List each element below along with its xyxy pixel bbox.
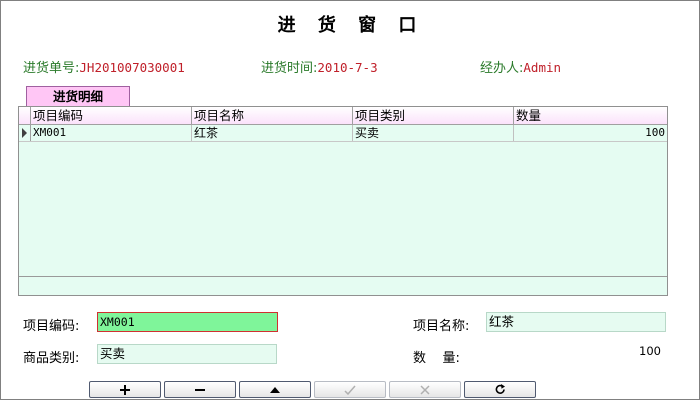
purchase-time-value: 2010-7-3 <box>317 60 378 75</box>
order-number-value: JH201007030001 <box>79 60 185 75</box>
category-input[interactable]: 买卖 <box>97 344 277 364</box>
quantity-value[interactable]: 100 <box>601 344 661 358</box>
plus-icon <box>120 384 130 395</box>
grid-header: 项目编码 项目名称 项目类别 数量 <box>19 107 667 125</box>
column-header-code[interactable]: 项目编码 <box>31 107 192 124</box>
minus-icon <box>195 388 205 391</box>
grid-footer-divider <box>19 276 667 277</box>
cell-name[interactable]: 红茶 <box>192 125 353 141</box>
name-label: 项目名称: <box>413 319 470 334</box>
purchase-time: 进货时间:2010-7-3 <box>261 57 378 76</box>
operator: 经办人:Admin <box>480 57 561 76</box>
triangle-up-icon <box>270 386 280 393</box>
name-input[interactable]: 红茶 <box>486 312 666 332</box>
tab-purchase-details[interactable]: 进货明细 <box>26 86 130 106</box>
quantity-label: 数 量: <box>413 351 460 366</box>
row-indicator <box>19 125 31 141</box>
order-number-label: 进货单号: <box>23 61 80 76</box>
category-label: 商品类别: <box>23 351 80 366</box>
order-number: 进货单号:JH201007030001 <box>23 57 185 76</box>
window-title: 进 货 窗 口 <box>277 15 425 36</box>
add-button[interactable] <box>89 381 161 398</box>
x-icon <box>420 384 430 395</box>
checkmark-icon <box>344 385 356 395</box>
purchase-time-label: 进货时间: <box>261 61 318 76</box>
current-row-arrow-icon <box>22 128 27 138</box>
column-header-quantity[interactable]: 数量 <box>514 107 667 124</box>
cell-code[interactable]: XM001 <box>31 125 192 141</box>
column-header-name[interactable]: 项目名称 <box>192 107 353 124</box>
code-label: 项目编码: <box>23 319 80 334</box>
code-input[interactable]: XM001 <box>97 312 278 332</box>
cell-quantity[interactable]: 100 <box>514 125 667 141</box>
purchase-details-grid[interactable]: 项目编码 项目名称 项目类别 数量 XM001 红茶 买卖 100 <box>18 106 668 296</box>
operator-value: Admin <box>523 60 562 75</box>
refresh-button[interactable] <box>464 381 536 398</box>
confirm-button[interactable] <box>314 381 386 398</box>
column-header-category[interactable]: 项目类别 <box>353 107 514 124</box>
operator-label: 经办人: <box>480 61 524 76</box>
edit-button[interactable] <box>239 381 311 398</box>
cancel-button[interactable] <box>389 381 461 398</box>
refresh-icon <box>495 384 505 394</box>
header-indicator-cell <box>19 107 31 124</box>
cell-category[interactable]: 买卖 <box>353 125 514 141</box>
delete-button[interactable] <box>164 381 236 398</box>
purchase-window: 进 货 窗 口 进货单号:JH201007030001 进货时间:2010-7-… <box>0 0 700 400</box>
table-row[interactable]: XM001 红茶 买卖 100 <box>19 125 667 142</box>
